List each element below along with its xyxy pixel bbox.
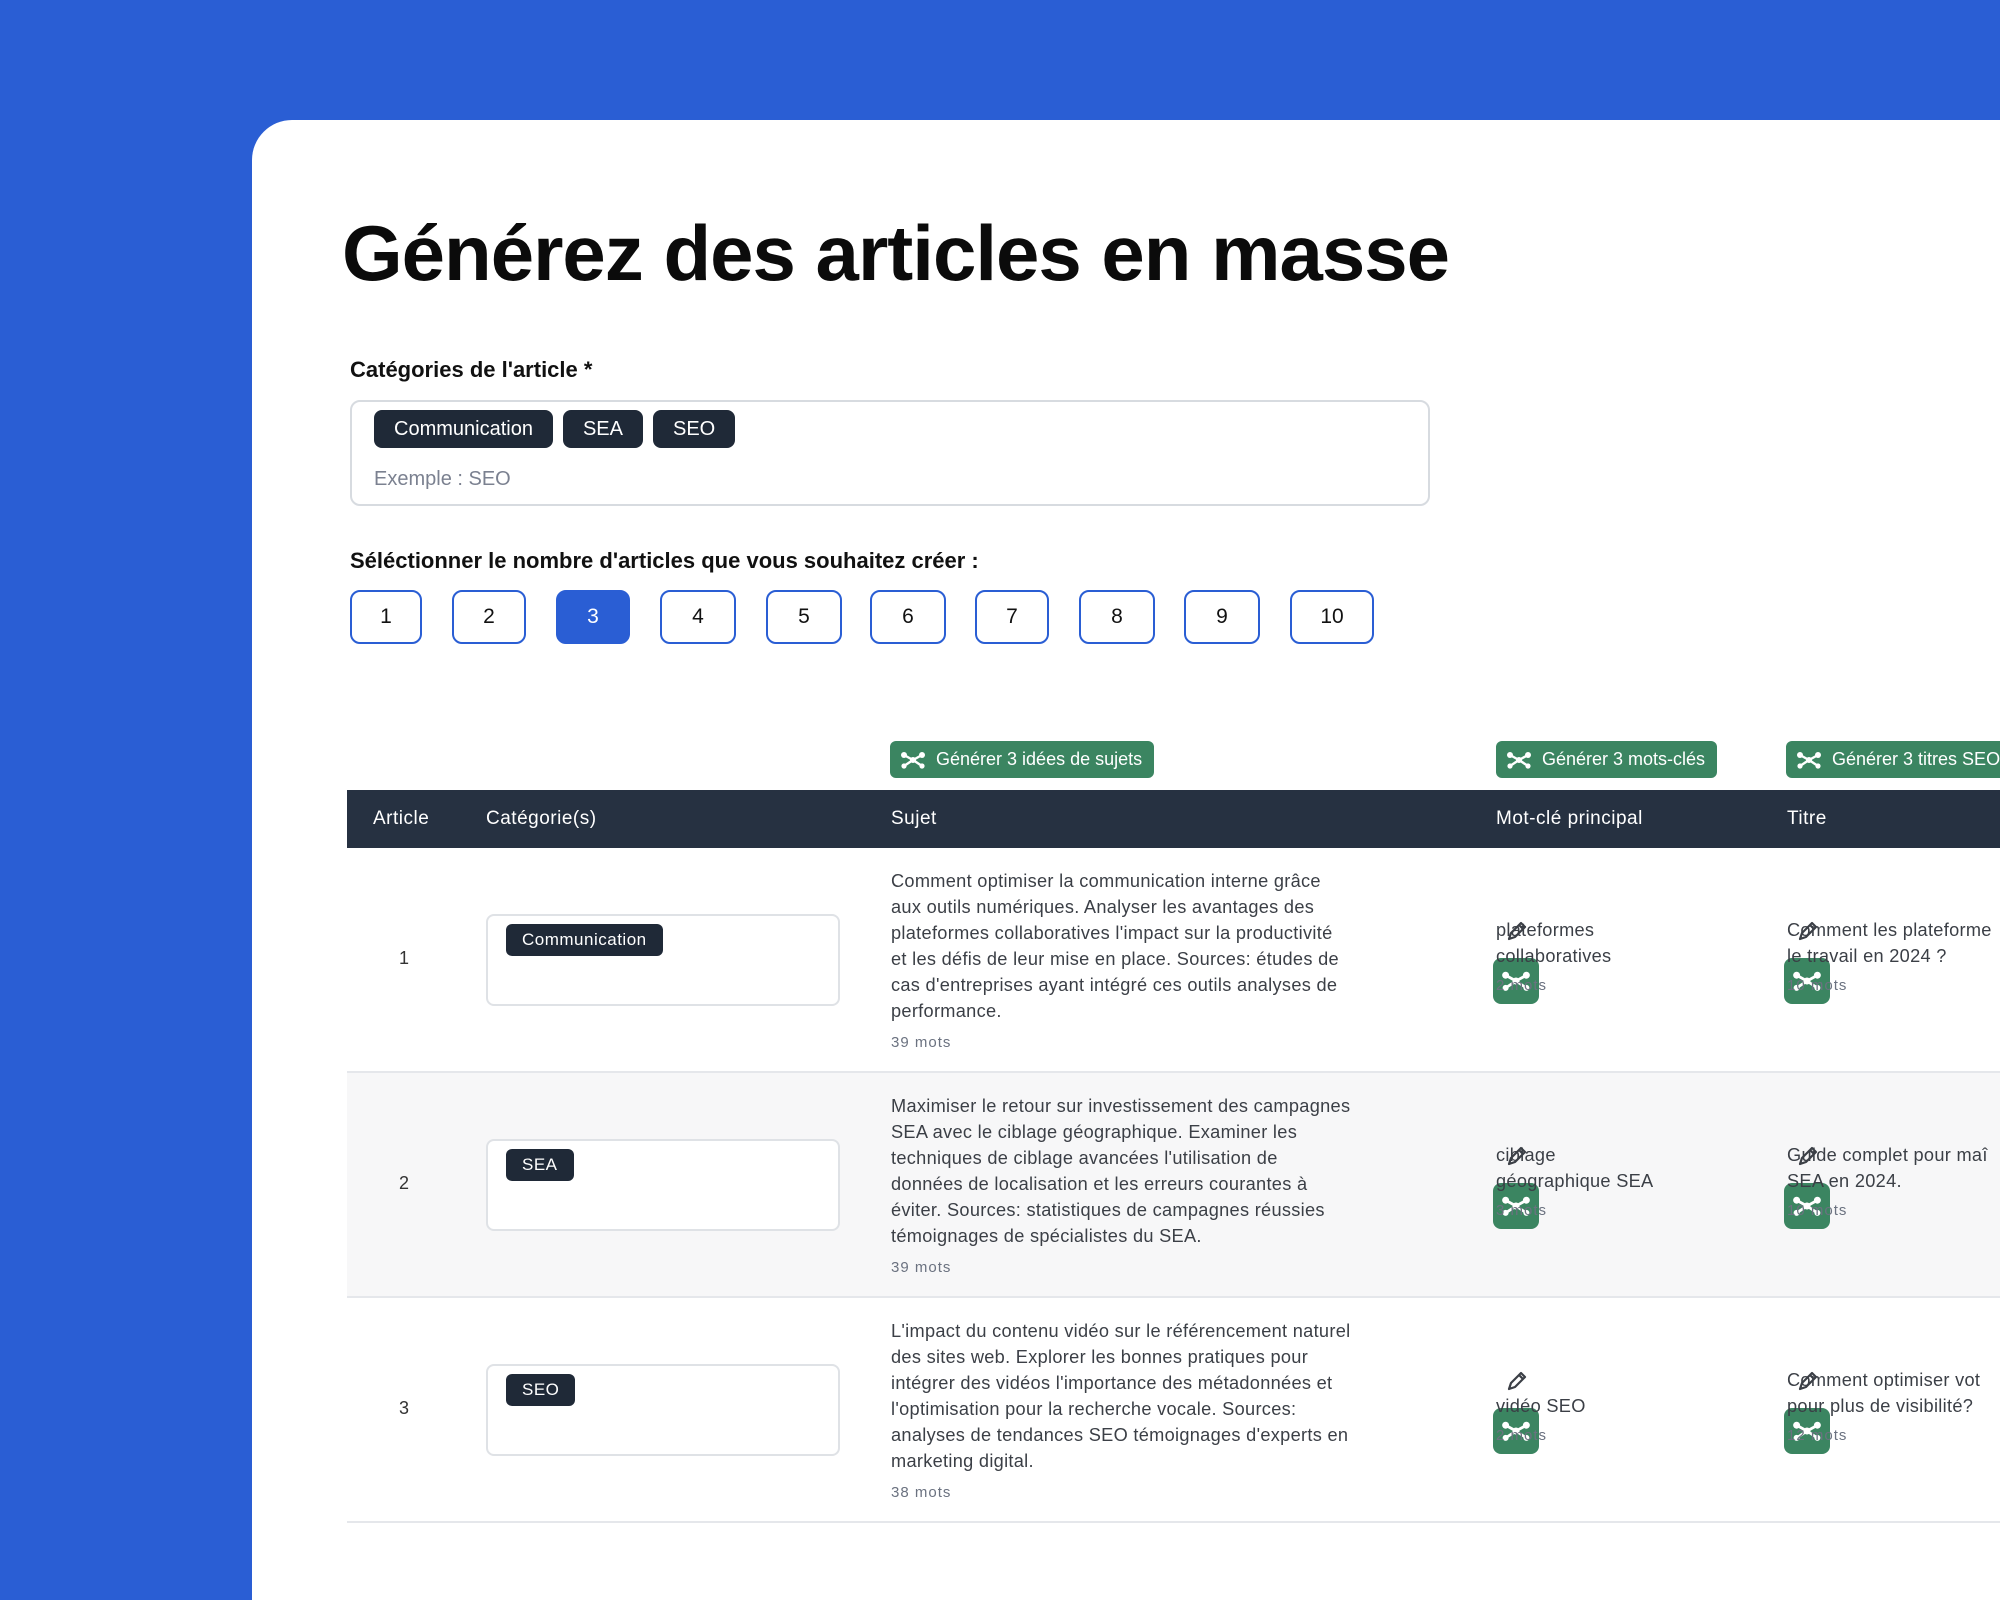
header-categories: Catégorie(s)	[486, 808, 597, 829]
subject-line: marketing digital.	[891, 1451, 1034, 1471]
subject-line: plateformes collaboratives l'impact sur …	[891, 923, 1333, 943]
count-button-2[interactable]: 2	[452, 590, 526, 644]
keyword-word-count: 2 mots	[1496, 1427, 1548, 1444]
subject-line: L'impact du contenu vidéo sur le référen…	[891, 1321, 1351, 1341]
keyword-line: vidéo SEO	[1496, 1396, 1586, 1416]
generate-titles-button[interactable]: Générer 3 titres SEO	[1786, 741, 2000, 778]
keyword-line: collaboratives	[1496, 946, 1612, 966]
subject-line: cas d'entreprises ayant intégré ces outi…	[891, 975, 1338, 995]
subject-line: et les défis de leur mise en place. Sour…	[891, 949, 1339, 969]
row-category-input[interactable]: SEA	[486, 1139, 840, 1231]
count-button-4[interactable]: 4	[660, 590, 736, 644]
title-word-count: 10 mots	[1787, 1202, 1848, 1219]
table-row: 3 SEO L'impact du contenu vidéo sur le réf…	[347, 1298, 2000, 1523]
header-keyword: Mot-clé principal	[1496, 808, 1643, 829]
main-panel: Générez des articles en masse Catégories…	[252, 120, 2000, 1600]
category-chip-communication[interactable]: Communication	[374, 410, 553, 448]
count-button-10[interactable]: 10	[1290, 590, 1374, 644]
keyword-line: ciblage	[1496, 1145, 1556, 1165]
table-row: 2 SEA Maximiser le retour sur investisseme…	[347, 1073, 2000, 1298]
category-chip-seo[interactable]: SEO	[652, 410, 736, 448]
title-line: Guide complet pour maî	[1787, 1145, 1988, 1165]
categories-input[interactable]: Communication SEA SEO Exemple : SEO	[350, 400, 1430, 506]
title-line: Comment optimiser vot	[1787, 1370, 1981, 1390]
generate-titles-label: Générer 3 titres SEO	[1832, 749, 2000, 769]
keyword-word-count: 3 mots	[1496, 1202, 1548, 1219]
title-word-count: 10 mots	[1787, 977, 1848, 994]
subject-line: SEA avec le ciblage géographique. Examin…	[891, 1122, 1298, 1142]
generate-subjects-label: Générer 3 idées de sujets	[936, 749, 1143, 769]
table-row: 1 Communication Comment optimiser la commu…	[347, 848, 2000, 1073]
table-header: Article Catégorie(s) Sujet Mot-clé princ…	[347, 790, 2000, 848]
category-chip-sea[interactable]: SEA	[562, 410, 643, 448]
row-category-chip[interactable]: SEA	[506, 1149, 574, 1181]
count-button-7[interactable]: 7	[975, 590, 1049, 644]
generate-subjects-button[interactable]: Générer 3 idées de sujets	[890, 741, 1155, 778]
subject-line: des sites web. Explorer les bonnes prati…	[891, 1347, 1309, 1367]
generate-keywords-label: Générer 3 mots-clés	[1542, 749, 1706, 769]
row-number: 3	[399, 1398, 410, 1418]
count-button-3[interactable]: 3	[556, 590, 630, 644]
title-line: le travail en 2024 ?	[1787, 946, 1947, 966]
count-button-5[interactable]: 5	[766, 590, 842, 644]
subject-word-count: 39 mots	[891, 1034, 952, 1051]
title-line: Comment les plateforme	[1787, 920, 1992, 940]
subject-line: analyses de tendances SEO témoignages d'…	[891, 1425, 1349, 1445]
subject-line: intégrer des vidéos l'importance des mét…	[891, 1373, 1333, 1393]
row-number: 2	[399, 1173, 410, 1193]
title-line: pour plus de visibilité?	[1787, 1396, 1974, 1416]
subject-word-count: 38 mots	[891, 1484, 952, 1501]
count-button-8[interactable]: 8	[1079, 590, 1155, 644]
header-title: Titre	[1787, 808, 1827, 829]
subject-line: techniques de ciblage avancées l'utilisa…	[891, 1148, 1278, 1168]
row-category-chip[interactable]: Communication	[506, 924, 663, 956]
header-article: Article	[373, 808, 430, 829]
subject-line: éviter. Sources: statistiques de campagn…	[891, 1200, 1325, 1220]
page-title: Générez des articles en masse	[342, 209, 1450, 297]
ai-generate-icon	[1506, 750, 1532, 770]
subject-line: performance.	[891, 1001, 1002, 1021]
categories-placeholder[interactable]: Exemple : SEO	[374, 468, 511, 491]
subject-line: aux outils numériques. Analyser les avan…	[891, 897, 1315, 917]
keyword-line: géographique SEA	[1496, 1171, 1654, 1191]
pencil-icon[interactable]	[1504, 1368, 1530, 1394]
subject-line: témoignages de spécialistes du SEA.	[891, 1226, 1202, 1246]
ai-generate-icon	[1796, 750, 1822, 770]
count-button-1[interactable]: 1	[350, 590, 422, 644]
subject-line: Comment optimiser la communication inter…	[891, 871, 1321, 891]
keyword-word-count: 2 mots	[1496, 977, 1548, 994]
subject-line: l'optimisation pour la recherche vocale.…	[891, 1399, 1297, 1419]
title-word-count: 12 mots	[1787, 1427, 1848, 1444]
keyword-line: plateformes	[1496, 920, 1595, 940]
count-button-6[interactable]: 6	[870, 590, 946, 644]
subject-line: données de localisation et les erreurs c…	[891, 1174, 1308, 1194]
header-subject: Sujet	[891, 808, 937, 829]
count-label: Séléctionner le nombre d'articles que vo…	[350, 548, 979, 573]
ai-generate-icon	[900, 750, 926, 770]
row-number: 1	[399, 948, 410, 968]
subject-word-count: 39 mots	[891, 1259, 952, 1276]
title-line: SEA en 2024.	[1787, 1171, 1902, 1191]
category-chips: Communication SEA SEO	[374, 410, 736, 448]
count-button-9[interactable]: 9	[1184, 590, 1260, 644]
categories-label: Catégories de l'article *	[350, 357, 593, 382]
row-category-input[interactable]: Communication	[486, 914, 840, 1006]
subject-line: Maximiser le retour sur investissement d…	[891, 1096, 1351, 1116]
generate-keywords-button[interactable]: Générer 3 mots-clés	[1496, 741, 1718, 778]
row-category-input[interactable]: SEO	[486, 1364, 840, 1456]
row-category-chip[interactable]: SEO	[506, 1374, 576, 1406]
